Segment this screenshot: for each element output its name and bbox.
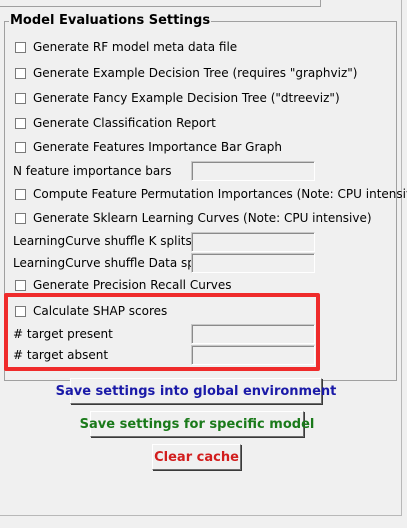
checkbox-box[interactable]: [15, 92, 26, 104]
checkbox-box[interactable]: [15, 279, 26, 291]
permutation-checkbox[interactable]: Compute Feature Permutation Importances …: [15, 186, 407, 202]
clear-cache-button[interactable]: Clear cache: [152, 444, 241, 470]
right-divider: [401, 0, 402, 515]
checkbox-box[interactable]: [15, 67, 26, 79]
n-feature-bars-label: N feature importance bars: [13, 164, 172, 178]
checkbox-label: Generate Fancy Example Decision Tree ("d…: [33, 91, 340, 105]
precision-recall-checkbox[interactable]: Generate Precision Recall Curves: [15, 277, 232, 293]
save-model-button[interactable]: Save settings for specific model: [80, 411, 314, 437]
group-title: Model Evaluations Settings: [9, 13, 212, 28]
lc-data-splits-input[interactable]: [191, 253, 315, 273]
rf-meta-checkbox[interactable]: Generate RF model meta data file: [15, 39, 237, 55]
checkbox-label: Generate RF model meta data file: [33, 40, 238, 54]
checkbox-box[interactable]: [15, 117, 26, 129]
checkbox-label: Generate Precision Recall Curves: [33, 278, 232, 292]
checkbox-label: Generate Classification Report: [33, 116, 216, 130]
checkbox-box[interactable]: [15, 141, 26, 153]
shap-highlight-box: [4, 293, 320, 371]
bottom-divider: [0, 515, 402, 516]
learning-curves-checkbox[interactable]: Generate Sklearn Learning Curves (Note: …: [15, 210, 372, 226]
checkbox-box[interactable]: [15, 212, 26, 224]
checkbox-label: Generate Features Importance Bar Graph: [33, 140, 282, 154]
checkbox-box[interactable]: [15, 188, 26, 200]
checkbox-label: Generate Example Decision Tree (requires…: [33, 66, 358, 80]
lc-data-splits-label: LearningCurve shuffle Data splits: [13, 256, 213, 270]
n-feature-bars-input[interactable]: [191, 161, 315, 181]
fancy-tree-checkbox[interactable]: Generate Fancy Example Decision Tree ("d…: [15, 90, 340, 106]
save-global-button[interactable]: Save settings into global environment: [56, 378, 336, 404]
checkbox-label: Generate Sklearn Learning Curves (Note: …: [33, 211, 372, 225]
top-frame-edge: [0, 0, 321, 7]
checkbox-box[interactable]: [15, 41, 26, 53]
example-tree-checkbox[interactable]: Generate Example Decision Tree (requires…: [15, 65, 357, 81]
lc-k-splits-input[interactable]: [191, 232, 315, 252]
checkbox-label: Compute Feature Permutation Importances …: [33, 187, 407, 201]
feat-importance-checkbox[interactable]: Generate Features Importance Bar Graph: [15, 139, 282, 155]
class-report-checkbox[interactable]: Generate Classification Report: [15, 115, 216, 131]
lc-k-splits-label: LearningCurve shuffle K splits: [13, 234, 192, 248]
